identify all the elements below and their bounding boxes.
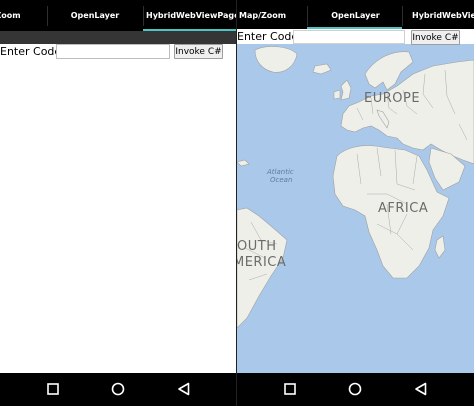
- code-input[interactable]: [56, 44, 170, 59]
- recent-apps-icon: [284, 383, 296, 395]
- tab-bar: Map/Zoom OpenLayer HybridWebViewPa: [237, 0, 474, 29]
- invoke-csharp-button[interactable]: Invoke C#: [411, 30, 460, 45]
- recent-apps-button[interactable]: [270, 373, 310, 406]
- tab-openlayer[interactable]: OpenLayer: [56, 11, 134, 20]
- invoke-csharp-button[interactable]: Invoke C#: [174, 44, 223, 59]
- tab-bar: Zoom OpenLayer HybridWebViewPage: [0, 0, 236, 31]
- tab-zoom[interactable]: Zoom: [0, 11, 24, 20]
- map-view[interactable]: EUROPE AFRICA OUTH MERICA Atlantic Ocean: [237, 44, 474, 373]
- right-phone-screen: Map/Zoom OpenLayer HybridWebViewPa: [237, 0, 474, 406]
- ireland-shape: [333, 89, 341, 100]
- tab-hybridwebviewpage[interactable]: HybridWebViewPage: [146, 11, 236, 20]
- tab-map-zoom[interactable]: Map/Zoom: [239, 11, 289, 20]
- world-map: [237, 46, 474, 329]
- left-phone-screen: Zoom OpenLayer HybridWebViewPage Enter C…: [0, 0, 236, 406]
- iceland-shape: [312, 63, 332, 75]
- recent-apps-icon: [47, 383, 59, 395]
- europe-label: EUROPE: [364, 91, 421, 106]
- back-icon: [178, 382, 190, 396]
- active-tab-indicator: [307, 27, 402, 29]
- tab-openlayer[interactable]: OpenLayer: [317, 11, 394, 20]
- atlantic-ocean-label-line2: Ocean: [270, 176, 293, 184]
- header-strip: [0, 31, 236, 44]
- madagascar-shape: [434, 235, 446, 259]
- home-button[interactable]: [335, 373, 375, 406]
- home-button[interactable]: [98, 373, 138, 406]
- back-button[interactable]: [164, 373, 204, 406]
- back-button[interactable]: [401, 373, 441, 406]
- great-britain-shape: [340, 79, 352, 101]
- south-america-label-line1: OUTH: [237, 239, 277, 254]
- home-icon: [111, 382, 125, 396]
- tab-hybridwebviewpage[interactable]: HybridWebViewPa: [412, 11, 474, 20]
- tab-separator: [143, 6, 144, 26]
- atlantic-ocean-label-line1: Atlantic: [267, 168, 294, 176]
- africa-label: AFRICA: [378, 201, 429, 216]
- tab-separator: [402, 6, 403, 26]
- navigation-bar: [237, 373, 474, 406]
- home-icon: [348, 382, 362, 396]
- tab-separator: [307, 6, 308, 26]
- code-input[interactable]: [293, 30, 405, 44]
- caribbean-island-shape: [237, 159, 250, 167]
- greenland-shape: [254, 46, 298, 73]
- tab-separator: [47, 6, 48, 26]
- recent-apps-button[interactable]: [33, 373, 73, 406]
- back-icon: [415, 382, 427, 396]
- south-america-label-line2: MERICA: [237, 255, 287, 270]
- navigation-bar: [0, 373, 236, 406]
